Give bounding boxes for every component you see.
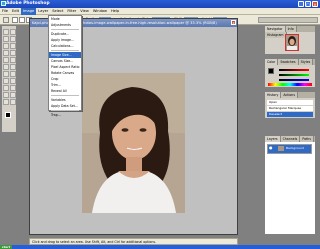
portrait-image — [82, 73, 185, 213]
history-item[interactable]: Open — [267, 100, 313, 105]
app-titlebar: Adobe Photoshop — [0, 0, 320, 8]
taskbar — [0, 245, 320, 249]
maximize-button[interactable]: □ — [305, 1, 311, 7]
minimize-button[interactable]: _ — [298, 1, 304, 7]
crop-tool-icon[interactable] — [3, 43, 9, 49]
palette-well[interactable] — [258, 17, 318, 23]
image-menu-dropdown: Mode Adjustments Duplicate... Apply Image..… — [48, 15, 82, 117]
add-selection-icon[interactable] — [19, 17, 25, 23]
tab-styles[interactable]: Styles — [298, 59, 314, 65]
clone-stamp-tool-icon[interactable] — [3, 57, 9, 63]
path-selection-tool-icon[interactable] — [3, 78, 9, 84]
notes-tool-icon[interactable] — [3, 92, 9, 98]
photoshop-app-icon — [1, 1, 6, 6]
layer-name: Background — [286, 146, 304, 150]
foreground-color-swatch[interactable] — [5, 112, 11, 118]
slice-tool-icon[interactable] — [10, 43, 16, 49]
red-slider[interactable] — [279, 69, 309, 71]
menu-view[interactable]: View — [78, 8, 91, 15]
menu-bar: File Edit Image Layer Select Filter View Window… — [0, 8, 320, 15]
brush-tool-icon[interactable] — [10, 50, 16, 56]
menu-select[interactable]: Select — [50, 8, 65, 15]
history-item[interactable]: Deselect — [267, 112, 313, 117]
eyedropper-tool-icon[interactable] — [10, 92, 16, 98]
image-menu-item-apply-data-set[interactable]: Apply Data Set... — [49, 103, 81, 109]
tab-color[interactable]: Color — [265, 59, 279, 65]
layer-background[interactable]: Background — [267, 144, 312, 154]
tab-swatches[interactable]: Swatches — [278, 59, 299, 65]
hand-tool-icon[interactable] — [3, 99, 9, 105]
dodge-tool-icon[interactable] — [10, 71, 16, 77]
image-menu-item-adjustments[interactable]: Adjustments — [49, 22, 81, 28]
layer-thumbnail — [278, 146, 284, 151]
image-menu-item-reveal-all[interactable]: Reveal All — [49, 88, 81, 94]
tab-history[interactable]: History — [265, 92, 282, 98]
menu-layer[interactable]: Layer — [36, 8, 50, 15]
green-slider[interactable] — [279, 74, 309, 76]
navigator-panel: Navigator InfoHistogram — [264, 25, 316, 55]
navigator-thumbnail-image — [287, 36, 297, 50]
tab-channels[interactable]: Channels — [280, 136, 301, 142]
menu-window[interactable]: Window — [91, 8, 109, 15]
move-tool-icon[interactable] — [10, 29, 16, 35]
healing-brush-tool-icon[interactable] — [3, 50, 9, 56]
blue-slider[interactable] — [279, 79, 309, 81]
menu-separator — [51, 29, 79, 30]
layers-panel-tabs: Layers Channels Paths — [265, 136, 315, 142]
status-bar: Click and drag to select an area. Use Sh… — [29, 238, 238, 245]
app-title: Adobe Photoshop — [6, 1, 50, 6]
history-panel-tabs: History Actions — [265, 92, 315, 98]
image-menu-item-trap[interactable]: Trap... — [49, 112, 81, 118]
toolbox — [1, 25, 17, 133]
gradient-tool-icon[interactable] — [10, 64, 16, 70]
eye-icon[interactable]: ● — [269, 145, 273, 150]
tab-paths[interactable]: Paths — [300, 136, 314, 142]
tab-layers[interactable]: Layers — [265, 136, 281, 142]
color-ramp[interactable] — [268, 83, 312, 86]
image-menu-item-calculations[interactable]: Calculations... — [49, 43, 81, 49]
document-close-button[interactable]: x — [231, 20, 236, 25]
navigator-panel-tabs: Navigator InfoHistogram — [265, 26, 315, 38]
blur-tool-icon[interactable] — [3, 71, 9, 77]
menu-help[interactable]: Help — [109, 8, 121, 15]
history-panel: History Actions Open Rectangular Marquee De… — [264, 91, 316, 119]
start-button[interactable]: start — [0, 245, 12, 249]
lasso-tool-icon[interactable] — [3, 36, 9, 42]
history-brush-tool-icon[interactable] — [10, 57, 16, 63]
tab-info[interactable]: Info — [285, 26, 297, 32]
layers-panel: Layers Channels Paths Background ● — [264, 135, 316, 235]
menu-separator — [51, 95, 79, 96]
pen-tool-icon[interactable] — [3, 85, 9, 91]
color-foreground-swatch[interactable] — [268, 68, 274, 74]
type-tool-icon[interactable] — [10, 78, 16, 84]
navigator-thumbnail[interactable] — [285, 34, 299, 51]
menu-edit[interactable]: Edit — [10, 8, 21, 15]
new-selection-icon[interactable] — [12, 17, 18, 23]
portrait-photo[interactable] — [82, 73, 185, 213]
tab-histogram[interactable]: Histogram — [265, 32, 287, 38]
zoom-tool-icon[interactable] — [10, 99, 16, 105]
tab-actions[interactable]: Actions — [281, 92, 298, 98]
menu-image[interactable]: Image — [20, 8, 37, 15]
marquee-tool-preset-icon[interactable] — [3, 17, 9, 23]
menu-separator — [51, 110, 79, 111]
menu-file[interactable]: File — [0, 8, 10, 15]
magic-wand-tool-icon[interactable] — [10, 36, 16, 42]
menu-filter[interactable]: Filter — [65, 8, 78, 15]
color-panel-tabs: Color Swatches Styles — [265, 59, 315, 65]
marquee-tool-icon[interactable] — [3, 29, 9, 35]
close-window-button[interactable]: × — [312, 1, 318, 7]
eraser-tool-icon[interactable] — [3, 64, 9, 70]
menu-separator — [51, 50, 79, 51]
color-panel: Color Swatches Styles — [264, 58, 316, 88]
history-item[interactable]: Rectangular Marquee — [267, 106, 313, 111]
shape-tool-icon[interactable] — [10, 85, 16, 91]
